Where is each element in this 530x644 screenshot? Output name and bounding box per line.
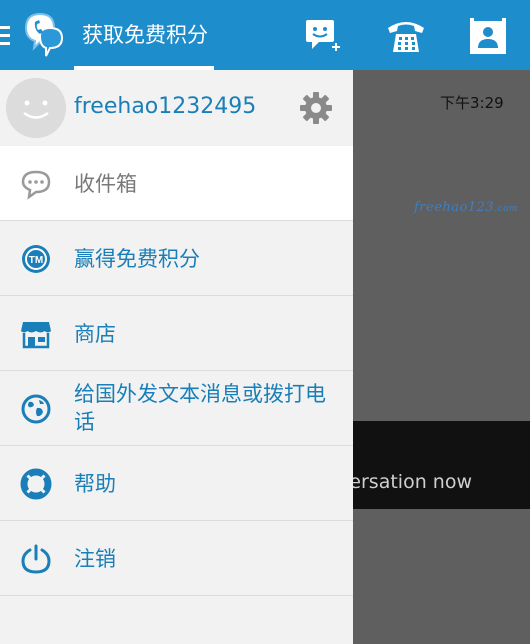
conversation-hint-text: Start a conversation now bbox=[353, 471, 472, 493]
menu-item-earn-credits[interactable]: TM 赢得免费积分 bbox=[0, 221, 353, 296]
watermark-suffix: .com bbox=[494, 204, 519, 214]
menu-item-label: 收件箱 bbox=[74, 172, 137, 196]
tab-title: 获取免费积分 bbox=[82, 23, 208, 47]
account-header[interactable]: freehao1232495 bbox=[0, 70, 353, 147]
svg-text:TM: TM bbox=[29, 255, 43, 266]
menu-item-label: 商店 bbox=[74, 322, 116, 346]
menu-item-label: 注销 bbox=[74, 547, 116, 571]
power-icon bbox=[21, 544, 51, 574]
menu-item-label: 赢得免费积分 bbox=[74, 247, 200, 271]
phone-dialpad-icon[interactable] bbox=[384, 14, 428, 58]
conversation-hint-bar[interactable]: Start a conversation now bbox=[353, 421, 530, 509]
navigation-drawer: freehao1232495 收件箱 TM 赢得免费积分 商店 给国外发文本消息… bbox=[0, 70, 353, 644]
username: freehao1232495 bbox=[74, 94, 257, 119]
store-icon bbox=[21, 322, 51, 349]
menu-item-logout[interactable]: 注销 bbox=[0, 521, 353, 596]
watermark: freehao123.com bbox=[414, 200, 518, 215]
menu-item-international[interactable]: 给国外发文本消息或拨打电话 bbox=[0, 371, 353, 446]
chat-bubble-icon bbox=[21, 170, 51, 200]
top-action-bar: 获取免费积分 bbox=[0, 0, 530, 70]
tab-get-free-credits[interactable]: 获取免费积分 bbox=[74, 18, 214, 70]
menu-item-inbox[interactable]: 收件箱 bbox=[0, 146, 353, 221]
lifebuoy-icon bbox=[20, 468, 52, 500]
settings-gear-icon[interactable] bbox=[298, 90, 334, 126]
new-message-icon[interactable] bbox=[302, 14, 346, 58]
app-logo-icon[interactable] bbox=[22, 10, 68, 62]
tm-credits-icon: TM bbox=[22, 245, 50, 273]
globe-icon bbox=[21, 394, 51, 424]
watermark-text: freehao123 bbox=[414, 200, 495, 215]
message-time: 下午3:29 bbox=[440, 94, 504, 112]
menu-item-label: 帮助 bbox=[74, 472, 116, 496]
menu-icon[interactable] bbox=[0, 26, 10, 46]
menu-item-label: 给国外发文本消息或拨打电话 bbox=[74, 382, 326, 434]
contacts-icon[interactable] bbox=[466, 14, 510, 58]
avatar[interactable] bbox=[6, 78, 66, 138]
menu-item-help[interactable]: 帮助 bbox=[0, 446, 353, 521]
menu-item-store[interactable]: 商店 bbox=[0, 296, 353, 371]
